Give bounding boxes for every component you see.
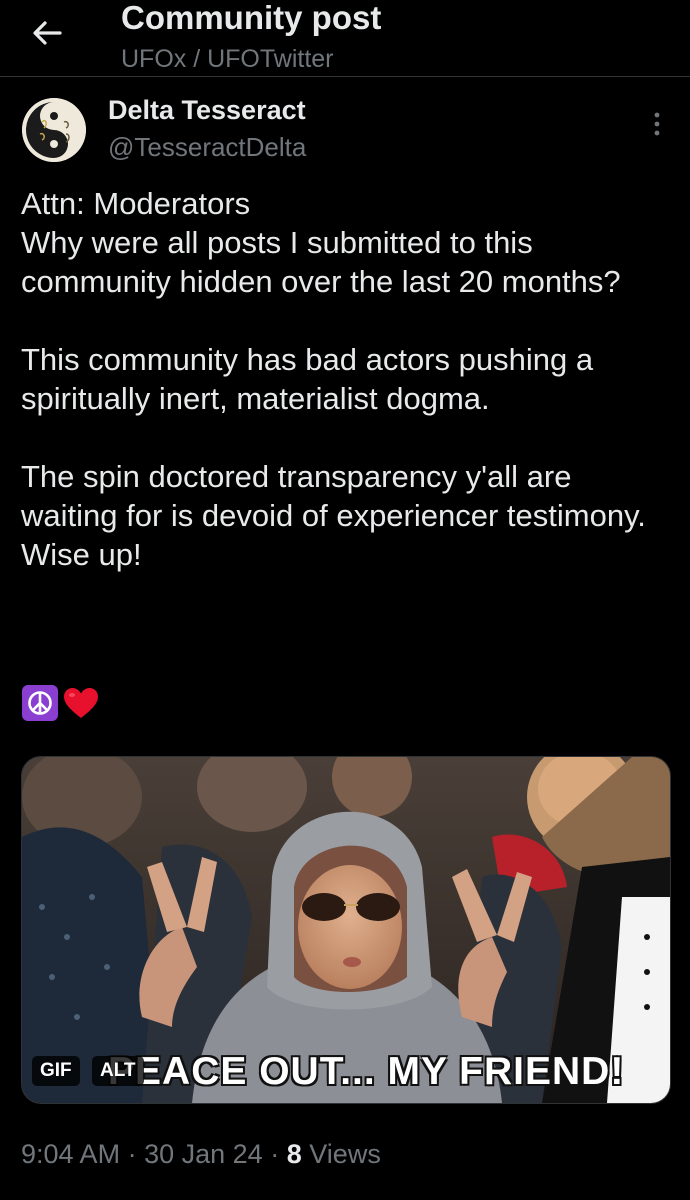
more-options-button[interactable]: [640, 104, 674, 144]
views-label: Views: [309, 1139, 381, 1169]
page-title: Community post: [121, 0, 382, 36]
post-paragraph: This community has bad actors pushing a …: [21, 342, 594, 416]
alt-text-badge[interactable]: ALT: [92, 1056, 144, 1086]
post-date[interactable]: 30 Jan 24: [144, 1139, 263, 1169]
post-meta: 9:04 AM · 30 Jan 24 · 8 Views: [21, 1137, 381, 1171]
red-heart-icon: [62, 685, 100, 721]
avatar[interactable]: [22, 98, 86, 162]
community-breadcrumb[interactable]: UFOx / UFOTwitter: [121, 43, 334, 75]
arrow-left-icon: [33, 21, 62, 45]
views-count: 8: [286, 1139, 302, 1169]
more-vertical-icon: [654, 112, 660, 136]
peace-symbol-icon: [22, 685, 58, 721]
author-handle[interactable]: @TesseractDelta: [108, 130, 306, 164]
post-time[interactable]: 9:04 AM: [21, 1139, 120, 1169]
emoji-row: [22, 685, 100, 723]
post-paragraph: The spin doctored transparency y'all are…: [21, 459, 646, 572]
author-name[interactable]: Delta Tesseract: [108, 93, 306, 127]
gif-badge[interactable]: GIF: [32, 1056, 80, 1086]
gif-caption: PEACE OUT... MY FRIEND!: [108, 1050, 625, 1093]
back-button[interactable]: [22, 10, 72, 56]
meta-separator: ·: [270, 1139, 280, 1169]
top-bar: Community post UFOx / UFOTwitter: [0, 0, 690, 77]
post-body: Attn: Moderators Why were all posts I su…: [21, 184, 673, 574]
meta-separator: ·: [127, 1139, 137, 1169]
post-paragraph: Attn: Moderators Why were all posts I su…: [21, 186, 621, 299]
